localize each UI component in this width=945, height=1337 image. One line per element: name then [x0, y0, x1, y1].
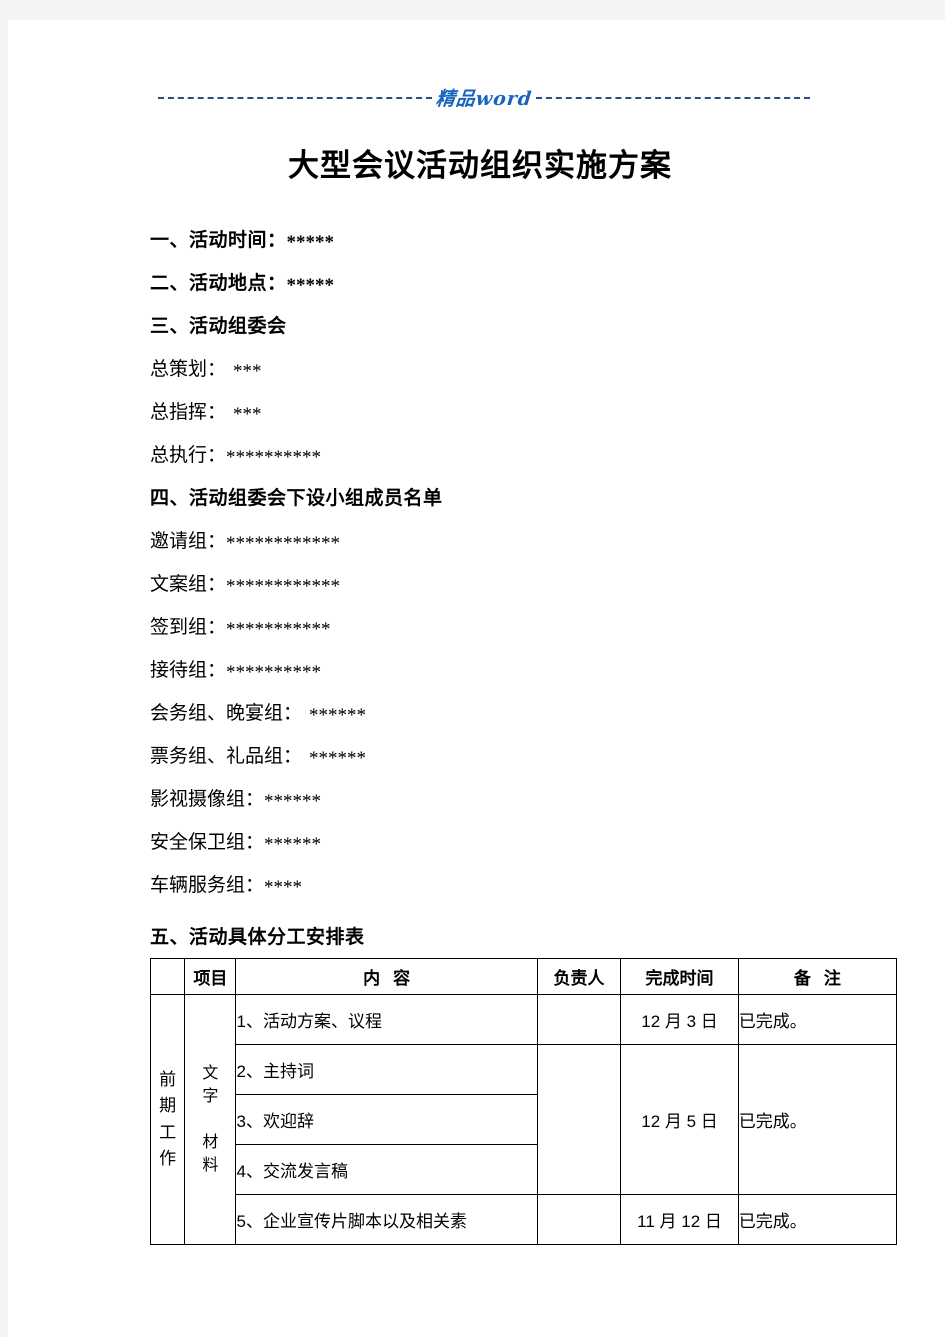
column-header-deadline: 完成时间	[620, 958, 739, 995]
row-value: **********	[226, 447, 322, 468]
row-chief-commander: 总指挥： ***	[150, 402, 910, 425]
row-value: ************	[226, 576, 341, 597]
table-row: 前 期 工 作 文 字 材 料 1、活动方案、议程 12 月 3 日 已完成。	[149, 994, 898, 1245]
section-subgroup-roster: 四、活动组委会下设小组成员名单	[150, 489, 910, 508]
row-value: ******	[309, 748, 367, 769]
section-work-assignment-table: 五、活动具体分工安排表	[150, 927, 365, 948]
column-header-item: 项目	[184, 958, 237, 995]
column-header-content-b: 容	[393, 969, 411, 988]
row-copywriting-group: 文案组：************	[150, 574, 910, 597]
section-activity-location: 二、活动地点：*****	[150, 273, 910, 296]
cell-content: 3、欢迎辞	[235, 1094, 538, 1145]
row-label: 票务组、礼品组：	[150, 746, 303, 767]
item-char: 材	[202, 1133, 219, 1151]
stage-char: 作	[159, 1148, 177, 1168]
cell-item-label: 文 字 材 料	[184, 994, 237, 1245]
cell-note: 已完成。	[737, 1044, 898, 1195]
row-label: 总指挥：	[150, 402, 227, 423]
section-activity-time: 一、活动时间：*****	[150, 230, 910, 253]
row-value: ***********	[226, 619, 331, 640]
cell-deadline: 12 月 3 日	[620, 994, 739, 1045]
row-label: 会务组、晚宴组：	[150, 703, 303, 724]
document-page: 精品word 大型会议活动组织实施方案 一、活动时间：***** 二、活动地点：…	[8, 20, 945, 1337]
cell-responsible	[536, 994, 622, 1045]
row-label: 车辆服务组：	[150, 875, 265, 896]
section-label: 二、活动地点：	[150, 273, 287, 294]
item-label-spacer	[185, 1109, 235, 1131]
item-char: 文	[202, 1065, 219, 1083]
document-content: 精品word 大型会议活动组织实施方案 一、活动时间：***** 二、活动地点：…	[149, 80, 910, 1245]
cell-note: 已完成。	[737, 994, 898, 1045]
watermark-label: 精品word	[434, 87, 534, 110]
cell-responsible	[536, 1194, 622, 1245]
row-label: 接待组：	[150, 660, 227, 681]
header-dashed-rule-right	[536, 97, 811, 99]
table-row: 2、主持词 12 月 5 日 已完成。	[151, 1044, 898, 1195]
cell-content: 5、企业宣传片脚本以及相关素	[235, 1194, 538, 1245]
row-value: ******	[264, 834, 322, 855]
section-organizing-committee: 三、活动组委会	[150, 317, 910, 336]
page-title: 大型会议活动组织实施方案	[288, 148, 672, 183]
row-signin-group: 签到组：***********	[150, 617, 910, 640]
column-header-note-a: 备	[793, 969, 811, 988]
row-label: 邀请组：	[150, 531, 227, 552]
row-ticketing-gift-group: 票务组、礼品组： ******	[150, 746, 910, 769]
column-header-note-b: 注	[823, 969, 841, 988]
row-label: 影视摄像组：	[150, 789, 265, 810]
work-assignment-table: 项目 内容 负责人 完成时间 备注 前 期 工 作 文 字 材 料 1、活动方案…	[149, 958, 898, 1245]
row-vehicle-service-group: 车辆服务组：****	[150, 875, 910, 898]
row-chief-planner: 总策划： ***	[150, 359, 910, 382]
table-row: 5、企业宣传片脚本以及相关素 11 月 12 日 已完成。	[151, 1194, 898, 1245]
row-value: ******	[309, 705, 367, 726]
cell-deadline: 11 月 12 日	[620, 1194, 739, 1245]
item-char: 料	[202, 1156, 219, 1174]
column-header-content-a: 内	[363, 969, 381, 988]
section-value: *****	[286, 275, 335, 296]
cell-stage-label: 前 期 工 作	[149, 994, 186, 1245]
cell-responsible	[536, 1044, 622, 1195]
section-label: 三、活动组委会	[150, 316, 287, 337]
row-invitation-group: 邀请组：************	[150, 531, 910, 554]
section-label: 四、活动组委会下设小组成员名单	[150, 488, 443, 509]
cell-content: 2、主持词	[235, 1044, 538, 1095]
stage-char: 期	[159, 1096, 177, 1116]
cell-note: 已完成。	[737, 1194, 898, 1245]
row-reception-group: 接待组：**********	[150, 660, 910, 683]
cell-content: 1、活动方案、议程	[235, 994, 538, 1045]
row-value: ****	[264, 877, 303, 898]
row-value: ***	[233, 404, 262, 425]
cell-deadline: 12 月 5 日	[620, 1044, 739, 1195]
column-header-content: 内容	[235, 958, 538, 995]
row-value: ******	[264, 791, 322, 812]
table-header-row: 项目 内容 负责人 完成时间 备注	[149, 958, 898, 995]
header-dashed-rule-left	[158, 97, 432, 99]
row-value: **********	[226, 662, 322, 683]
column-header-responsible: 负责人	[536, 958, 622, 995]
row-security-group: 安全保卫组：******	[150, 832, 910, 855]
row-label: 签到组：	[150, 617, 227, 638]
row-video-camera-group: 影视摄像组：******	[150, 789, 910, 812]
page-header-watermark: 精品word	[158, 80, 811, 114]
row-value: ************	[226, 533, 341, 554]
cell-content: 4、交流发言稿	[235, 1144, 538, 1195]
row-label: 文案组：	[150, 574, 227, 595]
document-body: 一、活动时间：***** 二、活动地点：***** 三、活动组委会 总策划： **…	[149, 230, 910, 1245]
stage-char: 工	[159, 1122, 177, 1142]
section-label: 一、活动时间：	[150, 230, 287, 251]
row-conference-banquet-group: 会务组、晚宴组： ******	[150, 703, 910, 726]
row-label: 总策划：	[150, 359, 227, 380]
row-chief-executive: 总执行：**********	[150, 445, 910, 468]
column-header-blank	[149, 958, 186, 995]
stage-char: 前	[159, 1069, 177, 1089]
row-label: 总执行：	[150, 445, 227, 466]
section-value: *****	[286, 232, 335, 253]
row-value: ***	[233, 361, 262, 382]
column-header-note: 备注	[737, 958, 898, 995]
item-char: 字	[202, 1088, 219, 1106]
row-label: 安全保卫组：	[150, 832, 265, 853]
